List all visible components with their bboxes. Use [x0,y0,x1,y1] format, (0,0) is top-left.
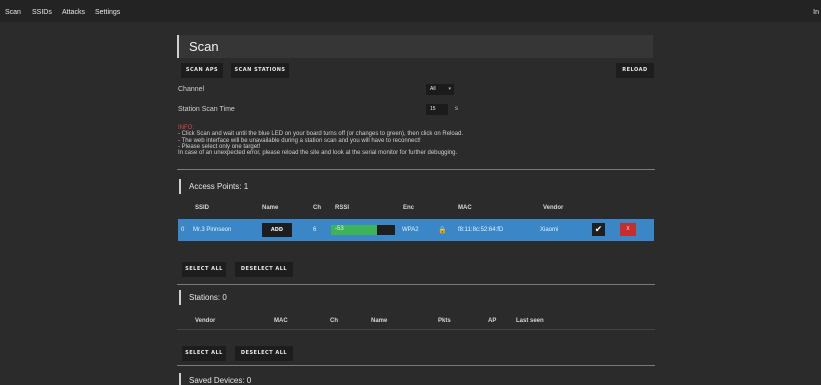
col-mac: MAC [274,318,288,324]
stations-title: Stations: 0 [189,293,227,302]
select-checkbox[interactable]: ✔ [592,223,605,236]
scan-time-label: Station Scan Time [178,106,235,113]
info-line: In case of an unexpected error, please r… [178,150,458,157]
nav-attacks[interactable]: Attacks [62,9,85,16]
top-navigation: Scan SSIDs Attacks Settings In [0,0,821,22]
col-mac: MAC [458,205,472,211]
ap-mac: f8:11:8c:52:64:fD [458,227,504,233]
channel-label: Channel [178,86,205,93]
col-ssid: SSID [195,205,210,211]
saved-devices-title: Saved Devices: 0 [189,376,252,385]
ap-encryption: WPA2 [402,227,419,233]
add-button[interactable]: ADD [262,223,292,237]
rssi-value: -53 [335,226,344,232]
divider [177,169,655,170]
col-ch: Ch [330,318,338,324]
rssi-meter: -53 [331,225,395,235]
access-points-header: Access Points: 1 [179,179,657,194]
ap-index: 0 [181,227,185,233]
scan-time-input[interactable]: 15 [426,104,448,115]
col-vendor: Vendor [195,318,216,324]
col-name: Name [371,318,388,324]
page-header: Scan [177,35,653,58]
ap-vendor: Xiaomi [540,227,559,233]
access-points-title: Access Points: 1 [189,182,249,191]
scan-stations-button[interactable]: SCAN STATIONS [231,63,289,78]
col-last-seen: Last seen [516,318,544,324]
table-row[interactable]: 0 Mr.3 Pinnseon ADD 6 -53 WPA2 🔒 f8:11:8… [178,219,654,241]
nav-scan[interactable]: Scan [5,9,21,16]
nav-info[interactable]: In [813,9,819,16]
col-vendor: Vendor [543,205,564,211]
main-content: Scan SCAN APS SCAN STATIONS RELOAD Chann… [170,22,662,385]
lock-icon: 🔒 [438,227,447,234]
divider [177,329,655,330]
col-ch: Ch [313,205,321,211]
deselect-all-stations-button[interactable]: DESELECT ALL [235,346,293,361]
col-name: Name [262,205,279,211]
deselect-all-aps-button[interactable]: DESELECT ALL [235,262,293,277]
select-all-stations-button[interactable]: SELECT ALL [182,346,226,361]
ap-channel: 6 [313,227,317,233]
channel-select-value: All [430,86,436,92]
info-box: INFO: - Click Scan and wait until the bl… [178,125,656,156]
nav-ssids[interactable]: SSIDs [32,9,52,16]
col-rssi: RSSI [335,205,350,211]
scan-time-unit: s [455,106,458,112]
reload-button[interactable]: RELOAD [616,63,654,78]
col-enc: Enc [403,205,415,211]
page-title: Scan [189,39,219,54]
col-pkts: Pkts [438,318,451,324]
ap-ssid: Mr.3 Pinnseon [193,227,232,233]
divider [177,284,655,285]
col-ap: AP [488,318,497,324]
remove-button[interactable]: X [620,223,636,236]
scan-aps-button[interactable]: SCAN APS [181,63,223,78]
select-all-aps-button[interactable]: SELECT ALL [182,262,226,277]
nav-settings[interactable]: Settings [95,9,120,16]
saved-devices-header: Saved Devices: 0 [179,373,657,385]
channel-select[interactable]: All [426,84,454,95]
divider [177,365,655,366]
stations-header: Stations: 0 [179,290,657,305]
